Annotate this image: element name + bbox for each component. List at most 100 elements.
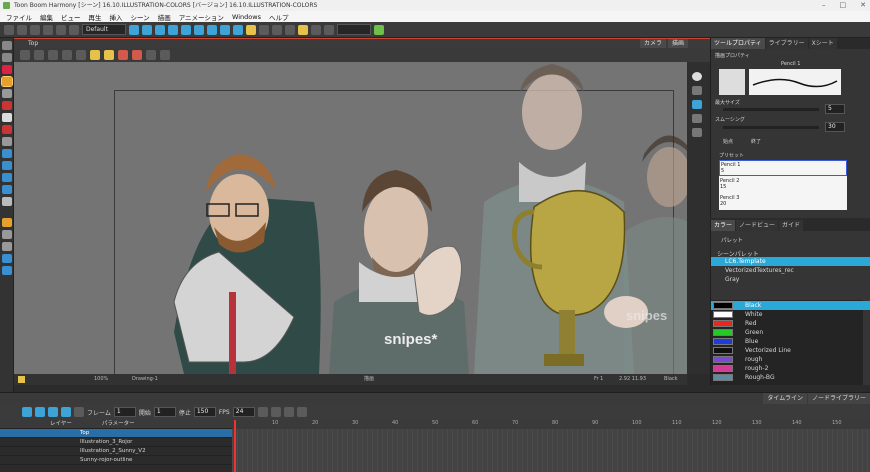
tab-camera[interactable]: カメラ: [639, 39, 666, 48]
keyframe-icon[interactable]: [220, 24, 230, 35]
render-mode-icon[interactable]: [692, 86, 702, 95]
skew-icon[interactable]: [194, 24, 204, 35]
layer-row[interactable]: Sunny-rojor-outline: [0, 456, 232, 465]
frame-icon[interactable]: [298, 24, 308, 35]
color-item[interactable]: Rough-BG: [711, 373, 870, 382]
color-item[interactable]: White: [711, 310, 870, 319]
grid-icon[interactable]: [272, 24, 282, 35]
stroke-tool-icon[interactable]: [2, 161, 12, 170]
save-icon[interactable]: [30, 24, 40, 35]
color-item[interactable]: rough-2: [711, 364, 870, 373]
tab-library[interactable]: ライブラリー: [765, 38, 808, 49]
cross-icon[interactable]: [142, 24, 152, 35]
preset-item[interactable]: Pencil 15: [719, 160, 847, 176]
zoom-select[interactable]: [337, 24, 371, 35]
snap-icon[interactable]: [311, 24, 321, 35]
color-item[interactable]: Blue: [711, 337, 870, 346]
menu-file[interactable]: ファイル: [2, 12, 36, 22]
frame-grid[interactable]: 10 20 30 40 50 60 70 80 90 100 110 120 1…: [232, 420, 870, 472]
menu-help[interactable]: ヘルプ: [265, 12, 293, 22]
menu-view[interactable]: ビュー: [57, 12, 85, 22]
menu-edit[interactable]: 編集: [36, 12, 57, 22]
minimize-icon[interactable]: –: [822, 0, 826, 11]
layer-up-icon[interactable]: [76, 50, 86, 60]
color-item[interactable]: Red: [711, 319, 870, 328]
tab-tool-properties[interactable]: ツールプロパティ: [711, 38, 765, 49]
palette-item[interactable]: LC6.Template: [711, 257, 870, 266]
spline-icon[interactable]: [207, 24, 217, 35]
color-item[interactable]: Black: [711, 301, 870, 310]
safe-area-icon[interactable]: [285, 24, 295, 35]
cutter-tool-icon[interactable]: [2, 65, 12, 74]
paint-tool-icon[interactable]: [2, 149, 12, 158]
menu-scene[interactable]: シーン: [127, 12, 154, 22]
flip-icon[interactable]: [62, 50, 72, 60]
frame-field[interactable]: 1: [113, 407, 136, 417]
stroke-icon[interactable]: [146, 50, 156, 60]
layer-row[interactable]: Illustration_3_Rojor: [0, 438, 232, 447]
grid-view-icon[interactable]: [34, 50, 44, 60]
dropper-tool-icon[interactable]: [2, 173, 12, 182]
layer-row[interactable]: Top: [0, 429, 232, 438]
stop-field[interactable]: 150: [193, 407, 216, 417]
camera-mode-icon[interactable]: [692, 72, 702, 81]
light-table-icon[interactable]: [259, 24, 269, 35]
eraser-tool-icon[interactable]: [2, 101, 12, 110]
max-size-slider[interactable]: [723, 108, 819, 111]
workspace-select[interactable]: Default: [82, 24, 126, 35]
tab-guide[interactable]: ガイド: [779, 220, 804, 231]
move-icon[interactable]: [155, 24, 165, 35]
morph-tool-icon[interactable]: [2, 254, 12, 263]
tab-node-library[interactable]: ノードライブラリー: [807, 393, 870, 404]
tab-drawing[interactable]: 描画: [667, 39, 688, 48]
text-tool-icon[interactable]: [2, 89, 12, 98]
color-item[interactable]: Green: [711, 328, 870, 337]
contour-editor-icon[interactable]: [2, 53, 12, 62]
align-icon[interactable]: [48, 50, 58, 60]
menu-insert[interactable]: 挿入: [106, 12, 127, 22]
tab-node-view[interactable]: ノードビュー: [736, 220, 779, 231]
zoom-tool-icon[interactable]: [2, 230, 12, 239]
layers-icon[interactable]: [692, 128, 702, 137]
preset-item[interactable]: Pencil 2 15: [719, 177, 847, 193]
add-key-icon[interactable]: [270, 407, 281, 417]
smoothing-value[interactable]: 30: [825, 122, 845, 132]
first-frame-icon[interactable]: [74, 407, 84, 417]
redo-icon[interactable]: [56, 24, 66, 35]
pencil-tool-icon[interactable]: [2, 125, 12, 134]
unlock-icon[interactable]: [104, 50, 114, 60]
rigging-tool-icon[interactable]: [2, 218, 12, 227]
perspective-icon[interactable]: [692, 114, 702, 123]
tab-xsheet[interactable]: Xシート: [808, 38, 837, 49]
playhead[interactable]: [234, 420, 236, 472]
rotate-view-icon[interactable]: [2, 242, 12, 251]
loop-icon[interactable]: [35, 407, 45, 417]
layer-row[interactable]: Illustration_2_Sunny_V2: [0, 447, 232, 456]
zoom-icon[interactable]: [324, 24, 334, 35]
line-tool-icon[interactable]: [2, 113, 12, 122]
stop-icon[interactable]: [48, 407, 58, 417]
close-icon[interactable]: ✕: [860, 0, 866, 11]
drawing-canvas[interactable]: snipes* snipes: [14, 62, 687, 374]
keyframe-icon[interactable]: [257, 407, 268, 417]
color-item[interactable]: rough: [711, 355, 870, 364]
maximize-icon[interactable]: □: [840, 0, 847, 11]
menu-play[interactable]: 再生: [85, 12, 106, 22]
max-size-value[interactable]: 5: [825, 104, 845, 114]
onion-skin-icon[interactable]: [246, 24, 256, 35]
ink-tool-icon[interactable]: [2, 185, 12, 194]
remove-key-icon[interactable]: [283, 407, 294, 417]
select-tool-icon[interactable]: [2, 41, 12, 50]
open-icon[interactable]: [17, 24, 27, 35]
smoothing-slider[interactable]: [723, 126, 819, 129]
hand-tool-icon[interactable]: [2, 197, 12, 206]
undo-icon[interactable]: [43, 24, 53, 35]
pencil-icon[interactable]: [118, 50, 128, 60]
workspace-save-icon[interactable]: [129, 24, 139, 35]
tab-timeline[interactable]: タイムライン: [763, 393, 807, 404]
preset-item[interactable]: Pencil 3 20: [719, 194, 847, 210]
color-item[interactable]: Vectorized Line: [711, 346, 870, 355]
gear-icon[interactable]: [20, 50, 30, 60]
deformation-icon[interactable]: [374, 24, 384, 35]
tab-color[interactable]: カラー: [711, 220, 736, 231]
